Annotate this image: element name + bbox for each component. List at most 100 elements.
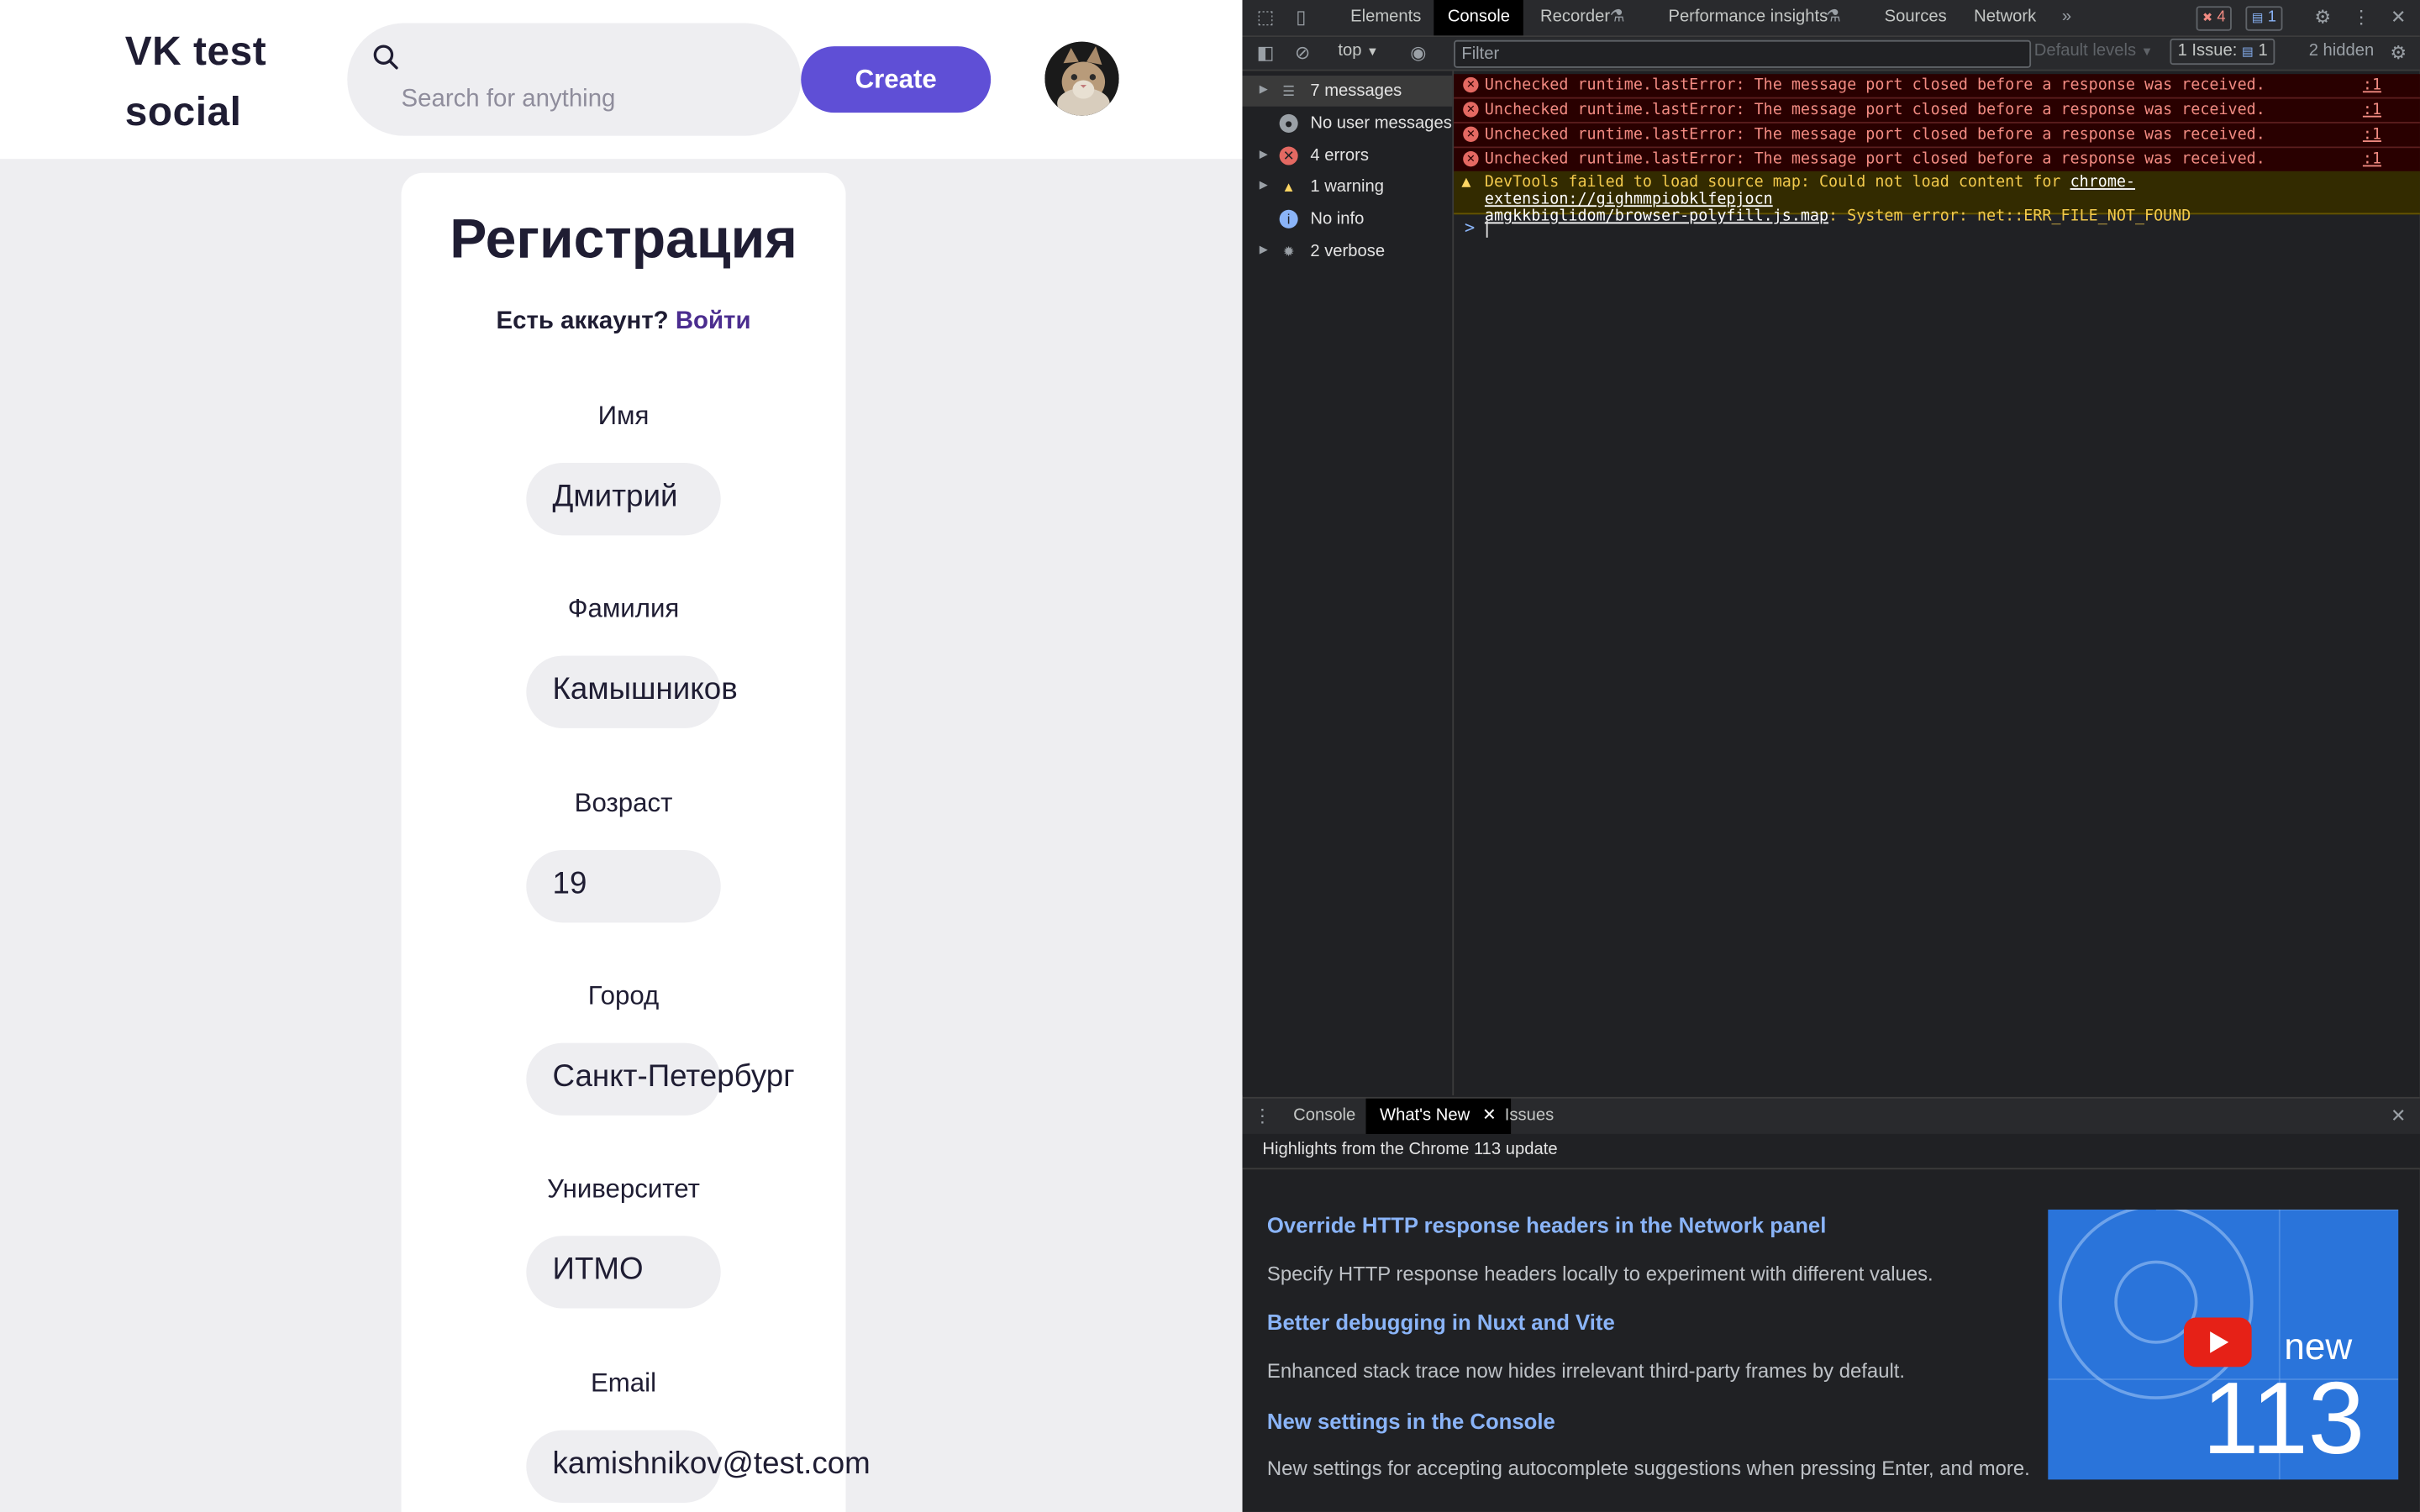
bug-icon: ✹ — [1282, 244, 1295, 260]
context-selector[interactable]: top ▼ — [1338, 42, 1378, 60]
close-tab-icon[interactable]: ✕ — [1482, 1106, 1497, 1125]
issues-count: 1 — [2258, 41, 2268, 60]
device-toolbar-icon[interactable]: ▯ — [1290, 6, 1312, 28]
last-name-label: Фамилия — [567, 594, 680, 624]
error-icon: ✕ — [1463, 76, 1479, 93]
avatar[interactable] — [1044, 41, 1119, 116]
city-value: Санкт-Петербург — [552, 1059, 795, 1095]
live-expression-eye-icon[interactable]: ◉ — [1407, 42, 1429, 64]
hidden-count: 2 hidden — [2308, 41, 2375, 60]
search-input[interactable]: Search for anything — [402, 87, 616, 114]
console-warning-row[interactable]: ▲ DevTools failed to load source map: Co… — [1454, 171, 2420, 225]
expand-arrow-icon: ▶ — [1259, 180, 1268, 192]
drawer-menu-icon[interactable]: ⋮ — [1252, 1105, 1274, 1126]
youtube-play-icon[interactable] — [2183, 1317, 2252, 1368]
tab-elements[interactable]: Elements — [1350, 0, 1421, 35]
logo-line-2: social — [124, 87, 242, 134]
news-title-link[interactable]: Better debugging in Nuxt and Vite — [1267, 1310, 1615, 1334]
sidebar-item-label: No user messages — [1310, 113, 1452, 133]
first-name-label: Имя — [597, 401, 650, 431]
console-toolbar: ◧ ⊘ top ▼ ◉ Filter Default levels ▼ 1 Is… — [1242, 37, 2420, 71]
message-count: 1 — [2267, 9, 2276, 27]
page-title: Регистрация — [450, 207, 797, 270]
flask-icon: ⚗ — [1609, 8, 1625, 27]
have-account-line: Есть аккаунт? Войти — [402, 308, 846, 336]
close-devtools-icon[interactable]: ✕ — [2387, 6, 2409, 28]
error-icon: ✕ — [1463, 102, 1479, 118]
promo-version-label: 113 — [2202, 1360, 2365, 1475]
drawer-tabbar: ⋮ Console What's New ✕ Issues ✕ — [1242, 1096, 2420, 1136]
close-drawer-icon[interactable]: ✕ — [2387, 1105, 2409, 1126]
cat-avatar-image — [1044, 41, 1119, 116]
issues-label: 1 Issue: — [2177, 41, 2238, 60]
news-title-link[interactable]: New settings in the Console — [1267, 1409, 1555, 1433]
sidebar-item-user-messages[interactable]: ● No user messages — [1243, 108, 1453, 139]
drawer-tab-issues[interactable]: Issues — [1505, 1099, 1554, 1134]
error-message: Unchecked runtime.lastError: The message… — [1484, 126, 2265, 144]
sidebar-item-label: 2 verbose — [1310, 242, 1386, 261]
tab-console[interactable]: Console — [1434, 0, 1524, 36]
tab-network[interactable]: Network — [1974, 0, 2036, 35]
tab-performance-insights[interactable]: Performance insights — [1668, 0, 1828, 35]
error-source-link[interactable]: :1 — [2363, 123, 2381, 147]
sidebar-item-warnings[interactable]: ▶ ▲ 1 warning — [1243, 171, 1453, 202]
sidebar-item-label: No info — [1310, 209, 1365, 228]
error-source-link[interactable]: :1 — [2363, 99, 2381, 123]
age-value: 19 — [552, 867, 587, 901]
console-error-row[interactable]: ✕ Unchecked runtime.lastError: The messa… — [1454, 74, 2420, 99]
settings-gear-icon[interactable]: ⚙ — [2312, 6, 2333, 28]
email-label: Email — [590, 1368, 657, 1399]
tab-recorder[interactable]: Recorder — [1540, 0, 1610, 35]
error-source-link[interactable]: :1 — [2363, 74, 2381, 97]
issues-button[interactable]: 1 Issue: ▤ 1 — [2170, 38, 2275, 66]
sidebar-item-messages[interactable]: ▶ ☰ 7 messages — [1242, 75, 1453, 107]
warning-message: DevTools failed to load source map: Coul… — [1485, 175, 2396, 226]
user-icon: ● — [1279, 113, 1298, 133]
error-count-badge[interactable]: ✖ 4 — [2196, 6, 2232, 31]
drawer-tab-console[interactable]: Console — [1293, 1099, 1355, 1134]
sidebar-item-info[interactable]: i No info — [1243, 203, 1453, 234]
news-description: Enhanced stack trace now hides irrelevan… — [1266, 1359, 1906, 1383]
first-name-value: Дмитрий — [552, 480, 678, 514]
login-link[interactable]: Войти — [676, 308, 751, 334]
tab-sources[interactable]: Sources — [1885, 0, 1947, 35]
last-name-value: Камышников — [552, 672, 738, 707]
sidebar-item-verbose[interactable]: ▶ ✹ 2 verbose — [1243, 236, 1453, 267]
log-levels-dropdown[interactable]: Default levels ▼ — [2034, 42, 2153, 60]
sidebar-item-errors[interactable]: ▶ ✕ 4 errors — [1243, 140, 1453, 171]
console-settings-gear-icon[interactable]: ⚙ — [2387, 42, 2409, 64]
age-label: Возраст — [574, 788, 673, 818]
devtools-tabbar: ⬚ ▯ Elements Console Recorder ⚗ Performa… — [1242, 0, 2420, 38]
top-navbar: VK test social Search for anything Creat… — [0, 0, 1243, 160]
source-map-link-cont[interactable]: amgkkbiglidom/browser-polyfill.js.map — [1485, 208, 1828, 225]
warning-icon: ▲ — [1281, 179, 1296, 195]
filter-input[interactable]: Filter — [1454, 39, 2032, 68]
chevron-down-icon: ▼ — [2140, 45, 2154, 59]
news-title-link[interactable]: Override HTTP response headers in the Ne… — [1267, 1213, 1826, 1237]
clear-console-icon[interactable]: ⊘ — [1292, 42, 1313, 64]
sidebar-toggle-icon[interactable]: ◧ — [1255, 42, 1276, 64]
news-description: New settings for accepting autocomplete … — [1266, 1456, 2030, 1480]
inspect-element-icon[interactable]: ⬚ — [1255, 6, 1276, 28]
message-count-badge[interactable]: ▤ 1 — [2245, 6, 2283, 31]
console-error-row[interactable]: ✕ Unchecked runtime.lastError: The messa… — [1454, 123, 2420, 149]
create-button[interactable]: Create — [801, 46, 992, 113]
error-source-link[interactable]: :1 — [2363, 148, 2381, 171]
chrome-113-promo-video[interactable]: new 113 — [2048, 1209, 2399, 1480]
more-tabs-icon[interactable]: » — [2062, 0, 2071, 35]
error-icon: ✕ — [1279, 146, 1298, 165]
error-message: Unchecked runtime.lastError: The message… — [1484, 150, 2265, 169]
drawer-tab-whats-new[interactable]: What's New ✕ — [1365, 1098, 1511, 1134]
error-icon: ✖ — [2202, 10, 2213, 25]
whats-new-header: Highlights from the Chrome 113 update — [1242, 1133, 2420, 1170]
console-input-caret[interactable] — [1486, 220, 1488, 238]
search-bar[interactable]: Search for anything — [347, 23, 802, 136]
console-error-row[interactable]: ✕ Unchecked runtime.lastError: The messa… — [1454, 148, 2420, 173]
kebab-menu-icon[interactable]: ⋮ — [2350, 6, 2372, 28]
expand-arrow-icon: ▶ — [1259, 85, 1268, 96]
devtools-panel: ⬚ ▯ Elements Console Recorder ⚗ Performa… — [1242, 0, 2420, 1512]
app-logo[interactable]: VK test social — [125, 22, 266, 142]
console-error-row[interactable]: ✕ Unchecked runtime.lastError: The messa… — [1454, 98, 2420, 123]
registration-card: Регистрация Есть аккаунт? Войти Имя Дмит… — [401, 172, 871, 1512]
app-viewport: VK test social Search for anything Creat… — [0, 0, 1243, 1512]
